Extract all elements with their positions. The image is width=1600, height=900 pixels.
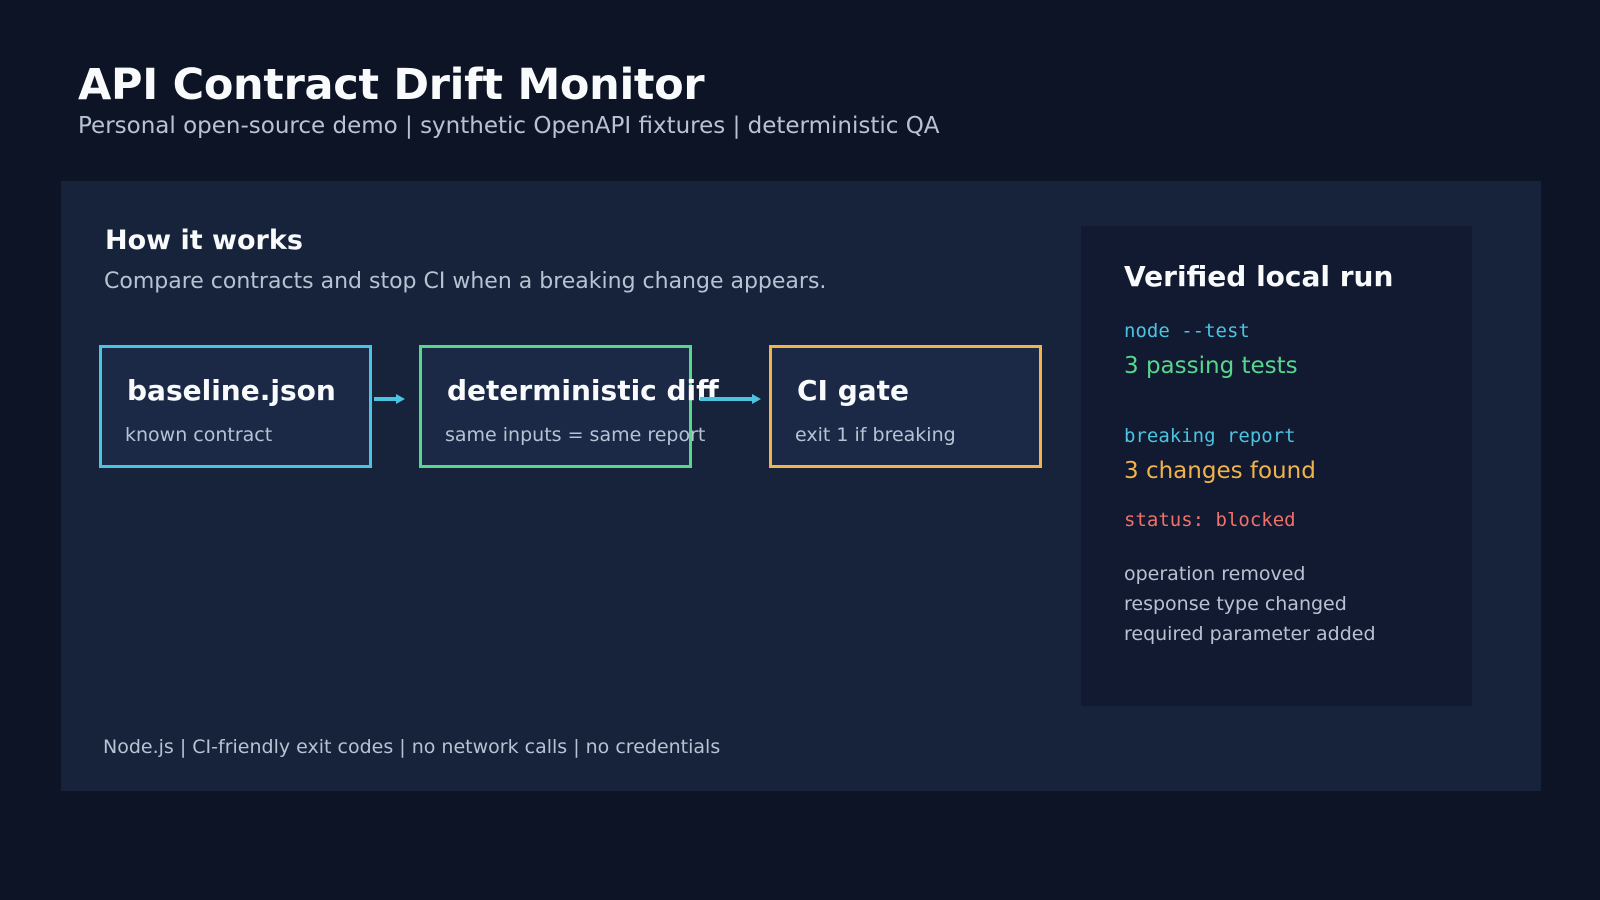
flow-step-subtitle: same inputs = same report	[445, 424, 706, 446]
flow-step-subtitle: exit 1 if breaking	[795, 424, 956, 446]
arrow-right-icon	[374, 394, 405, 404]
test-command: node --test	[1124, 320, 1250, 342]
list-item: required parameter added	[1124, 623, 1376, 645]
flow-step-subtitle: known contract	[125, 424, 273, 446]
list-item: operation removed	[1124, 563, 1306, 585]
how-it-works-description: Compare contracts and stop CI when a bre…	[104, 269, 827, 294]
test-result: 3 passing tests	[1124, 353, 1298, 379]
flow-step-diff: deterministic diff same inputs = same re…	[419, 345, 719, 468]
page-title: API Contract Drift Monitor	[78, 60, 705, 110]
verified-run-card: Verified local run node --test 3 passing…	[1081, 226, 1472, 706]
flow-step-title: CI gate	[797, 374, 910, 407]
flow-step-baseline: baseline.json known contract	[99, 345, 372, 468]
change-list: operation removed response type changed …	[1124, 559, 1376, 649]
page: API Contract Drift Monitor Personal open…	[0, 0, 1600, 900]
main-panel: How it works Compare contracts and stop …	[61, 181, 1541, 791]
report-result: 3 changes found	[1124, 458, 1316, 484]
status-badge: status: blocked	[1124, 509, 1296, 531]
arrow-right-icon	[700, 394, 761, 404]
page-subtitle: Personal open-source demo | synthetic Op…	[78, 113, 940, 139]
list-item: response type changed	[1124, 593, 1347, 615]
how-it-works-title: How it works	[105, 225, 303, 256]
flow-step-title: baseline.json	[127, 374, 336, 407]
report-label: breaking report	[1124, 425, 1296, 447]
flow-step-ci-gate: CI gate exit 1 if breaking	[769, 345, 1042, 468]
footer-note: Node.js | CI-friendly exit codes | no ne…	[103, 736, 721, 758]
flow-step-title: deterministic diff	[447, 374, 719, 407]
verified-run-title: Verified local run	[1124, 260, 1394, 293]
